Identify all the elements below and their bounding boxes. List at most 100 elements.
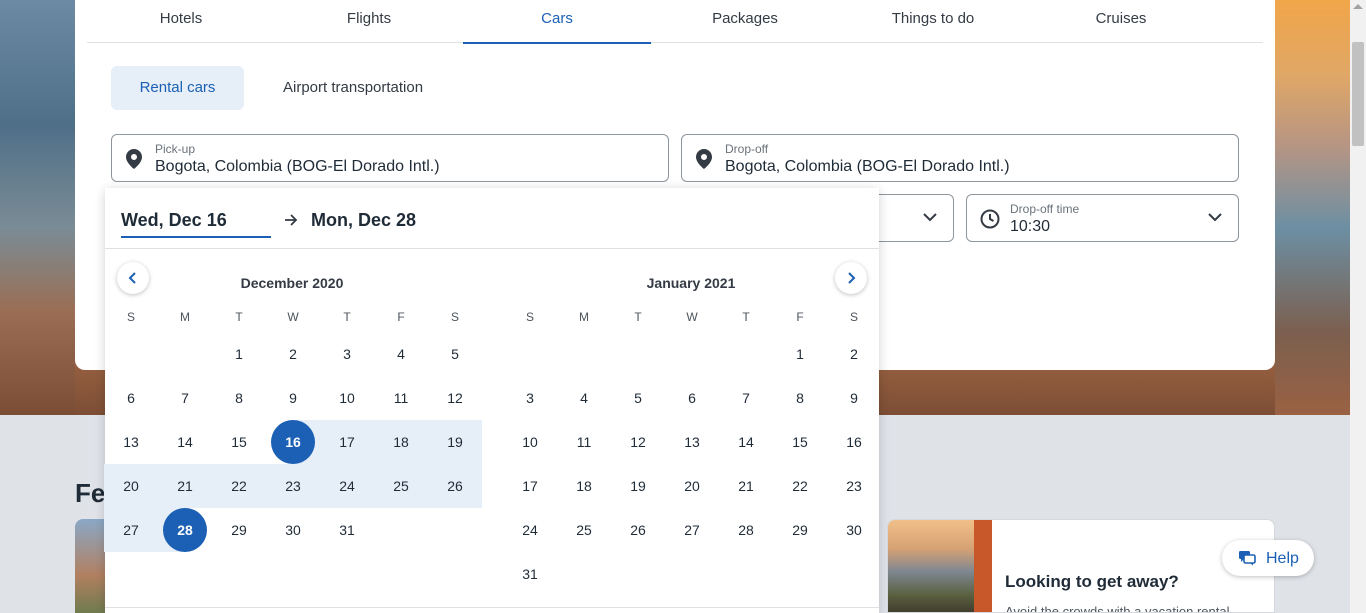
calendar-day[interactable]: 15	[212, 420, 266, 464]
help-button[interactable]: Help	[1222, 540, 1314, 576]
calendar-day[interactable]: 14	[719, 420, 773, 464]
calendar-day[interactable]: 7	[719, 376, 773, 420]
calendar-day[interactable]: 17	[503, 464, 557, 508]
calendar-day[interactable]: 3	[503, 376, 557, 420]
calendar-day[interactable]: 7	[158, 376, 212, 420]
calendar-day[interactable]: 27	[104, 508, 158, 552]
calendar-day[interactable]: 16	[266, 420, 320, 464]
calendar-day[interactable]: 14	[158, 420, 212, 464]
calendar-day[interactable]: 19	[428, 420, 482, 464]
featured-heading: Fe	[75, 478, 106, 508]
calendar-day[interactable]: 3	[320, 332, 374, 376]
calendar-day[interactable]: 20	[104, 464, 158, 508]
calendar-day[interactable]: 26	[611, 508, 665, 552]
calendar-day[interactable]: 28	[158, 508, 212, 552]
calendar-day[interactable]: 21	[158, 464, 212, 508]
calendar-day[interactable]: 5	[428, 332, 482, 376]
calendar-day[interactable]: 24	[320, 464, 374, 508]
tab-cruises[interactable]: Cruises	[1027, 0, 1215, 43]
calendar-day[interactable]: 4	[557, 376, 611, 420]
calendar-day[interactable]: 23	[827, 464, 881, 508]
calendar-day[interactable]: 29	[212, 508, 266, 552]
promo-text: Avoid the crowds with a vacation rental	[1005, 604, 1230, 613]
calendar-day[interactable]: 26	[428, 464, 482, 508]
calendar-day[interactable]: 18	[557, 464, 611, 508]
tab-flights[interactable]: Flights	[275, 0, 463, 43]
date-picker-footer-divider	[105, 607, 879, 608]
calendar-day[interactable]: 6	[665, 376, 719, 420]
calendar-day[interactable]: 31	[503, 552, 557, 596]
calendar-day[interactable]: 17	[320, 420, 374, 464]
date-picker: Wed, Dec 16 Mon, Dec 28 December 2020 Ja…	[104, 188, 881, 613]
subtab-rental-cars[interactable]: Rental cars	[111, 66, 244, 110]
chevron-down-icon	[1208, 213, 1222, 222]
calendar-day[interactable]: 23	[266, 464, 320, 508]
calendar-day[interactable]: 29	[773, 508, 827, 552]
calendar-day[interactable]: 20	[665, 464, 719, 508]
calendar-day[interactable]: 18	[374, 420, 428, 464]
hero-right-image	[1275, 0, 1350, 415]
scrollbar-thumb[interactable]	[1352, 42, 1364, 146]
calendar-day[interactable]: 19	[611, 464, 665, 508]
tab-things-to-do[interactable]: Things to do	[839, 0, 1027, 43]
calendar-day[interactable]: 13	[104, 420, 158, 464]
calendar-day[interactable]: 9	[266, 376, 320, 420]
calendar-day[interactable]: 2	[266, 332, 320, 376]
pickup-field[interactable]: Pick-up Bogota, Colombia (BOG-El Dorado …	[111, 134, 669, 182]
calendar-day[interactable]: 15	[773, 420, 827, 464]
calendar-day[interactable]: 2	[827, 332, 881, 376]
calendar-day[interactable]: 11	[374, 376, 428, 420]
calendar-day[interactable]: 12	[611, 420, 665, 464]
calendar-day[interactable]: 10	[503, 420, 557, 464]
calendar-day[interactable]: 1	[773, 332, 827, 376]
calendar-day[interactable]: 8	[212, 376, 266, 420]
calendar-day[interactable]: 30	[266, 508, 320, 552]
scroll-up-arrow[interactable]	[1353, 4, 1363, 9]
calendar-day[interactable]: 4	[374, 332, 428, 376]
month-title-1: December 2020	[240, 275, 344, 291]
calendar-day[interactable]: 25	[374, 464, 428, 508]
calendar-day[interactable]: 8	[773, 376, 827, 420]
dropoff-time-field[interactable]: Drop-off time 10:30	[966, 194, 1239, 242]
start-date-underline	[121, 236, 271, 238]
calendar-day[interactable]: 12	[428, 376, 482, 420]
pickup-label: Pick-up	[155, 142, 196, 156]
calendar-day[interactable]: 5	[611, 376, 665, 420]
promo-card[interactable]: Looking to get away? Avoid the crowds wi…	[887, 519, 1275, 613]
weekday-label: F	[397, 310, 405, 324]
tab-packages[interactable]: Packages	[651, 0, 839, 43]
calendar-day[interactable]: 16	[827, 420, 881, 464]
calendar-day[interactable]: 10	[320, 376, 374, 420]
featured-image[interactable]	[75, 519, 105, 613]
calendar-day[interactable]: 21	[719, 464, 773, 508]
tab-hotels[interactable]: Hotels	[87, 0, 275, 43]
calendar-day[interactable]: 28	[719, 508, 773, 552]
calendar-day[interactable]: 1	[212, 332, 266, 376]
weekday-label: F	[796, 310, 804, 324]
weekday-label: M	[180, 310, 190, 324]
help-label: Help	[1266, 550, 1299, 567]
calendar-day[interactable]: 6	[104, 376, 158, 420]
dropoff-time-label: Drop-off time	[1010, 202, 1080, 216]
dropoff-value: Bogota, Colombia (BOG-El Dorado Intl.)	[725, 158, 1010, 175]
subtab-airport-transportation[interactable]: Airport transportation	[251, 66, 455, 110]
calendar-day[interactable]: 13	[665, 420, 719, 464]
calendar-day[interactable]: 30	[827, 508, 881, 552]
weekday-label: M	[579, 310, 589, 324]
end-date[interactable]: Mon, Dec 28	[311, 210, 416, 231]
calendar-day[interactable]: 22	[212, 464, 266, 508]
calendar-day[interactable]: 9	[827, 376, 881, 420]
calendar-day[interactable]: 27	[665, 508, 719, 552]
calendar-day[interactable]: 25	[557, 508, 611, 552]
chevron-down-icon	[923, 213, 937, 222]
dropoff-field[interactable]: Drop-off Bogota, Colombia (BOG-El Dorado…	[681, 134, 1239, 182]
tab-cars[interactable]: Cars	[463, 0, 651, 44]
clock-icon	[980, 209, 1000, 229]
calendar-day[interactable]: 31	[320, 508, 374, 552]
calendar-day[interactable]: 11	[557, 420, 611, 464]
weekday-label: W	[287, 310, 299, 324]
calendar-day[interactable]: 24	[503, 508, 557, 552]
location-pin-icon	[696, 149, 712, 169]
calendar-day[interactable]: 22	[773, 464, 827, 508]
start-date[interactable]: Wed, Dec 16	[121, 210, 227, 231]
